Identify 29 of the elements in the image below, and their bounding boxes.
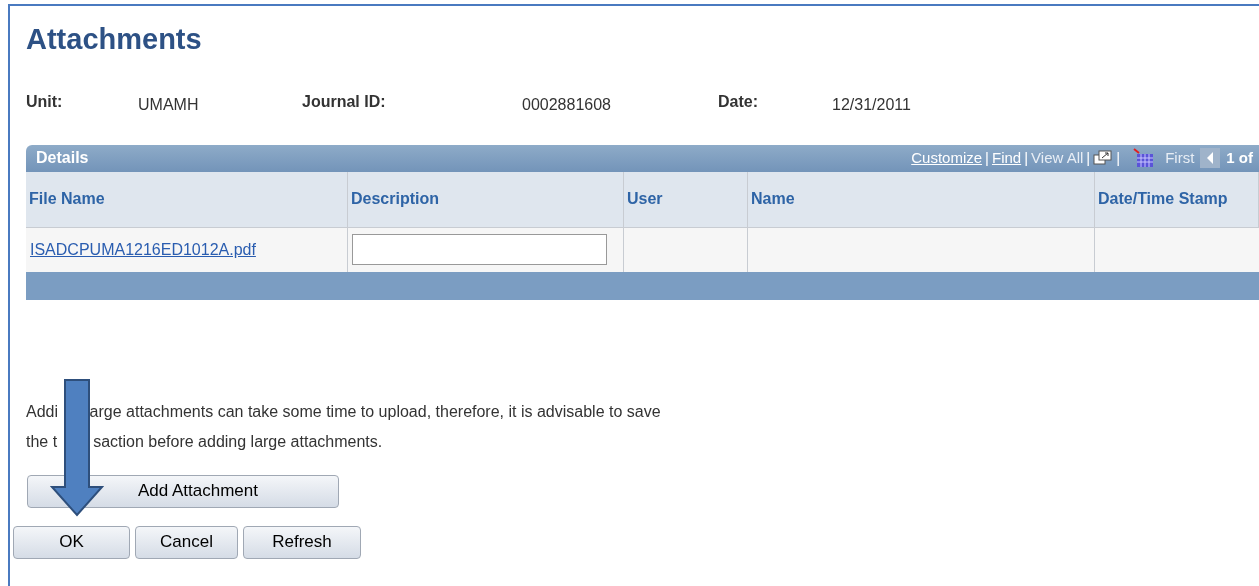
column-header: User xyxy=(624,171,748,227)
field-value: 12/31/2011 xyxy=(832,94,912,115)
action-button[interactable]: OK xyxy=(13,525,130,559)
grid-title: Details xyxy=(36,148,89,168)
field-label: Unit: xyxy=(26,91,64,112)
page-title: Attachments xyxy=(26,22,203,57)
field-value: 0002881608 xyxy=(522,94,612,115)
column-header: Name xyxy=(748,171,1095,227)
column-header: Description xyxy=(348,171,624,227)
action-button[interactable]: Cancel xyxy=(135,525,238,559)
zoom-icon[interactable] xyxy=(1093,150,1114,166)
separator: | xyxy=(985,147,989,168)
note-text: saction before adding large attachments. xyxy=(93,431,383,452)
grid-icon[interactable] xyxy=(1133,148,1156,168)
separator: | xyxy=(1086,147,1091,168)
field-label: Date: xyxy=(718,91,759,112)
note-text: the t xyxy=(26,431,58,452)
field-value: UMAMH xyxy=(138,94,200,115)
note-text: Addi xyxy=(26,401,59,422)
field-label: Journal ID: xyxy=(302,91,387,112)
separator: | xyxy=(1116,147,1121,168)
description-field[interactable] xyxy=(352,234,607,265)
file-link[interactable]: ISADCPUMA1216ED1012A.pdf xyxy=(30,237,256,262)
separator: | xyxy=(1024,147,1029,168)
column-header: Date/Time Stamp xyxy=(1095,171,1259,227)
previous-icon[interactable] xyxy=(1200,148,1221,168)
column-header: File Name xyxy=(26,171,348,227)
action-button[interactable]: Refresh xyxy=(243,525,361,559)
row-count: 1 of xyxy=(1226,147,1253,168)
